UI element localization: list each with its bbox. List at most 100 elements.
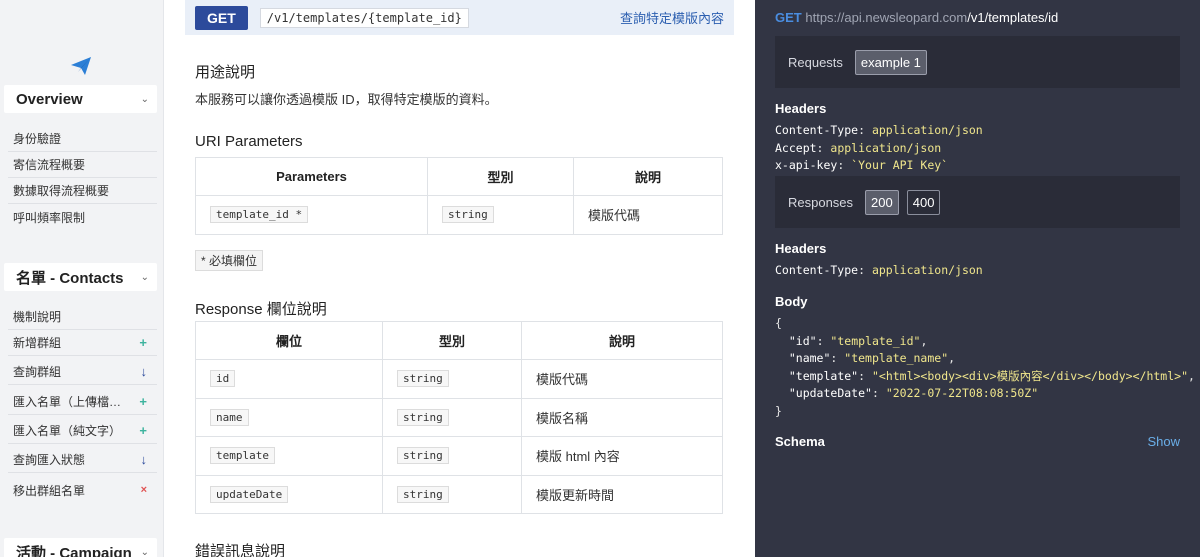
header-key: Content-Type <box>775 263 859 277</box>
column-header: 說明 <box>521 321 723 360</box>
json-comma: , <box>1188 368 1195 383</box>
sidebar-item-label: 匯入名單（上傳檔案） <box>13 395 128 409</box>
plus-icon: + <box>139 423 147 438</box>
response-body: { "id": "template_id", "name": "template… <box>775 316 1195 418</box>
api-console-panel: GET https://api.newsleopard.com/v1/templ… <box>755 0 1200 557</box>
field-name-cell: id <box>195 359 383 399</box>
sidebar-item-import-text[interactable]: 匯入名單（純文字） + <box>8 418 157 444</box>
param-type: string <box>442 206 494 224</box>
chevron-down-icon: ⌄ <box>140 93 149 105</box>
field-type-cell: string <box>382 474 522 514</box>
param-name-cell: template_id * <box>195 195 428 235</box>
json-comma: , <box>920 333 928 348</box>
schema-show-link[interactable]: Show <box>1147 434 1180 449</box>
field-type: string <box>397 370 449 388</box>
sidebar-item-label: 數據取得流程概要 <box>13 184 110 198</box>
sidebar-item-rate-limit[interactable]: 呼叫頻率限制 <box>8 204 157 230</box>
header-value: `Your API Key` <box>851 158 949 172</box>
section-title: 名單 - Contacts <box>16 269 124 287</box>
section-campaign-toggle[interactable]: 活動 - Campaign ⌄ <box>4 538 157 557</box>
sidebar-item-import-status[interactable]: 查詢匯入狀態 ↓ <box>8 447 157 473</box>
json-key: "name" <box>788 351 831 365</box>
endpoint-path: /v1/templates/{template_id} <box>259 7 469 28</box>
json-key: "template" <box>788 368 859 383</box>
json-key: "updateDate" <box>788 386 872 400</box>
field-type-cell: string <box>382 359 522 399</box>
sidebar-item-add-group[interactable]: 新增群組 + <box>8 330 157 356</box>
header-key: x-api-key <box>775 158 838 172</box>
request-headers-label: Headers <box>775 101 827 116</box>
arrow-down-icon: ↓ <box>140 364 148 379</box>
request-example-button[interactable]: example 1 <box>854 49 927 75</box>
sidebar-item-query-group[interactable]: 查詢群組 ↓ <box>8 359 157 385</box>
chevron-down-icon: ⌄ <box>140 271 149 283</box>
field-name: template <box>210 447 275 465</box>
url-base: https://api.newsleopard.com <box>805 10 968 25</box>
column-header: 型別 <box>382 321 522 360</box>
field-type-cell: string <box>382 397 522 437</box>
section-contacts-toggle[interactable]: 名單 - Contacts ⌄ <box>4 263 157 291</box>
field-type: string <box>397 408 449 426</box>
usage-heading: 用途說明 <box>195 64 256 81</box>
usage-description: 本服務可以讓你透過模版 ID，取得特定模版的資料。 <box>195 92 498 107</box>
sidebar-item-mail-flow[interactable]: 寄信流程概要 <box>8 152 157 178</box>
sidebar-item-label: 查詢匯入狀態 <box>13 453 86 467</box>
table-row: id string 模版代碼 <box>195 359 723 399</box>
field-name: updateDate <box>210 485 289 503</box>
sidebar-item-label: 身份驗證 <box>13 132 62 146</box>
response-fields-table: 欄位 型別 說明 id string 模版代碼 name string 模版名稱… <box>195 321 723 514</box>
uri-params-table: Parameters 型別 說明 template_id * string 模版… <box>195 157 723 235</box>
json-comma: , <box>948 351 956 365</box>
http-method-badge: GET <box>195 5 248 30</box>
table-header-row: 欄位 型別 說明 <box>195 321 723 360</box>
table-row: updateDate string 模版更新時間 <box>195 474 723 514</box>
field-desc: 模版 html 內容 <box>521 436 723 476</box>
response-headers-label: Headers <box>775 241 827 256</box>
response-code-200-button[interactable]: 200 <box>865 189 899 215</box>
sidebar-item-mechanism[interactable]: 機制說明 <box>8 304 157 330</box>
response-fields-heading: Response 欄位說明 <box>195 301 327 318</box>
endpoint-title: 查詢特定模版內容 <box>619 11 724 26</box>
json-value: "template_name" <box>844 351 949 365</box>
sidebar-item-remove-members[interactable]: 移出群組名單 × <box>8 477 157 503</box>
column-header: 型別 <box>427 157 574 196</box>
column-header: 說明 <box>573 157 723 196</box>
sidebar-item-label: 寄信流程概要 <box>13 158 86 172</box>
response-headers: Content-Type: application/json <box>775 263 983 277</box>
endpoint-bar[interactable]: GET /v1/templates/{template_id} 查詢特定模版內容 <box>185 0 734 35</box>
json-value: "2022-07-22T08:08:50Z" <box>885 386 1039 400</box>
url-method: GET <box>775 10 802 25</box>
column-header: 欄位 <box>195 321 383 360</box>
header-value: application/json <box>871 263 983 277</box>
schema-label: Schema <box>775 434 825 449</box>
section-overview-toggle[interactable]: Overview ⌄ <box>4 85 157 113</box>
param-name: template_id * <box>210 206 309 224</box>
plus-icon: + <box>139 394 147 409</box>
field-type: string <box>397 447 449 465</box>
requests-box: Requests example 1 <box>775 36 1180 88</box>
request-url: GET https://api.newsleopard.com/v1/templ… <box>775 10 1058 25</box>
table-row: template_id * string 模版代碼 <box>195 195 723 235</box>
json-value: "<html><body><div>模版內容</div></body></htm… <box>871 368 1188 383</box>
json-key: "id" <box>788 333 817 348</box>
url-path: /v1/templates/id <box>967 10 1059 25</box>
json-brace: } <box>775 403 782 418</box>
uri-params-heading: URI Parameters <box>195 133 303 150</box>
sidebar-item-auth[interactable]: 身份驗證 <box>8 126 157 152</box>
sidebar-item-label: 機制說明 <box>13 310 62 324</box>
param-type-cell: string <box>427 195 574 235</box>
table-row: template string 模版 html 內容 <box>195 436 723 476</box>
field-name-cell: template <box>195 436 383 476</box>
table-header-row: Parameters 型別 說明 <box>195 157 723 196</box>
sidebar-item-import-file[interactable]: 匯入名單（上傳檔案） + <box>8 389 157 415</box>
response-code-400-button[interactable]: 400 <box>906 189 941 215</box>
field-name: id <box>210 370 236 388</box>
errors-heading: 錯誤訊息說明 <box>195 543 286 557</box>
paper-plane-logo-icon <box>71 57 91 75</box>
sidebar-item-data-flow[interactable]: 數據取得流程概要 <box>8 178 157 204</box>
field-desc: 模版更新時間 <box>521 474 723 514</box>
field-name-cell: name <box>195 397 383 437</box>
sidebar-item-label: 新增群組 <box>13 336 62 350</box>
requests-label: Requests <box>788 54 843 70</box>
field-type: string <box>397 485 449 503</box>
